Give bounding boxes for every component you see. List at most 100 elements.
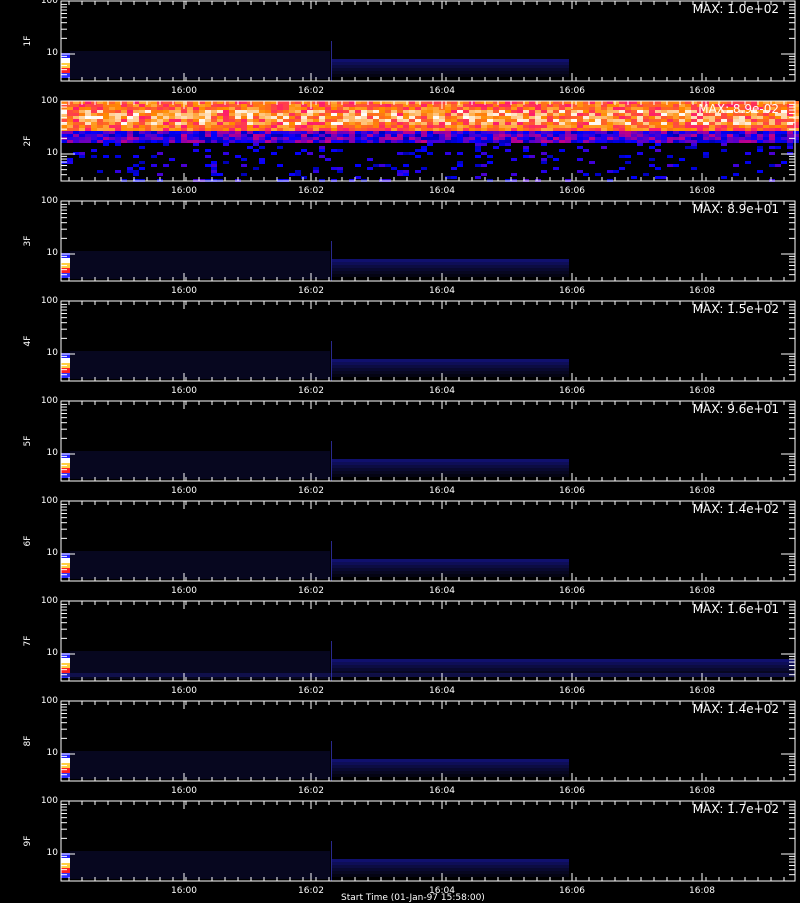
heatmap-cell: [397, 107, 403, 110]
heatmap-cell: [205, 113, 211, 116]
heatmap-cell: [535, 125, 541, 128]
heatmap-cell: [385, 104, 391, 107]
x-tick-label: 16:00: [171, 786, 197, 796]
heatmap-cell: [313, 110, 319, 113]
heatmap-cell: [577, 110, 583, 113]
heatmap-cell: [307, 116, 313, 119]
heatmap-cell: [427, 152, 433, 155]
heatmap-cell: [463, 119, 469, 122]
streak-cell: [331, 41, 332, 81]
heatmap-cell: [157, 113, 163, 116]
heatmap-cell: [697, 125, 703, 128]
band-cell: [70, 251, 330, 279]
heatmap-cell: [751, 122, 757, 125]
heatmap-cell: [229, 119, 235, 122]
heatmap-cell: [439, 113, 445, 116]
heatmap-cell: [463, 107, 469, 110]
heatmap-cell: [223, 104, 229, 107]
x-tick-label: 16:08: [689, 286, 715, 296]
heatmap-cell: [751, 116, 757, 119]
heatmap-cell: [487, 119, 493, 122]
heatmap-cell: [775, 164, 781, 167]
heatmap-cell: [151, 119, 157, 122]
y-tick-label: 100: [40, 196, 58, 206]
heatmap-cell: [139, 137, 145, 140]
heatmap-cell: [751, 140, 757, 143]
heatmap-cell: [613, 113, 619, 116]
heatmap-cell: [103, 143, 109, 146]
heatmap-cell: [199, 125, 205, 128]
heatmap-cell: [319, 149, 325, 152]
heatmap-cell: [505, 140, 511, 143]
heatmap-cell: [655, 110, 661, 113]
heatmap-cell: [175, 116, 181, 119]
x-tick-label: 16:02: [298, 786, 324, 796]
heatmap-cell: [637, 113, 643, 116]
heatmap-cell: [703, 119, 709, 122]
heatmap-cell: [157, 140, 163, 143]
heatmap-cell: [673, 125, 679, 128]
heatmap-cell: [715, 140, 721, 143]
heatmap-cell: [211, 125, 217, 128]
heatmap-cell: [271, 104, 277, 107]
heatmap-cell: [703, 137, 709, 140]
heatmap-cell: [91, 134, 97, 137]
heatmap-cell: [439, 137, 445, 140]
heatmap-cell: [103, 131, 109, 134]
heatmap-cell: [97, 128, 103, 131]
heatmap-cell: [667, 164, 673, 167]
heatmap-cell: [253, 122, 259, 125]
heatmap-cell: [481, 164, 487, 167]
heatmap-cell: [427, 119, 433, 122]
heatmap-cell: [415, 116, 421, 119]
heatmap-cell: [247, 110, 253, 113]
heatmap-cell: [661, 116, 667, 119]
heatmap-cell: [391, 134, 397, 137]
heatmap-cell: [247, 134, 253, 137]
heatmap-cell: [283, 128, 289, 131]
heatmap-cell: [643, 173, 649, 176]
heatmap-cell: [211, 116, 217, 119]
heatmap-cell: [775, 131, 781, 134]
heatmap-cell: [187, 140, 193, 143]
heatmap-cell: [85, 119, 91, 122]
heatmap-cell: [103, 155, 109, 158]
burst-cell: [61, 68, 70, 73]
heatmap-cell: [769, 116, 775, 119]
heatmap-cell: [403, 116, 409, 119]
heatmap-cell: [775, 140, 781, 143]
heatmap-cell: [523, 113, 529, 116]
heatmap-cell: [499, 128, 505, 131]
heatmap-cell: [511, 137, 517, 140]
heatmap-cell: [91, 155, 97, 158]
heatmap-cell: [481, 125, 487, 128]
heatmap-cell: [787, 143, 793, 146]
heatmap-cell: [691, 116, 697, 119]
heatmap-cell: [703, 152, 709, 155]
heatmap-cell: [577, 107, 583, 110]
heatmap-cell: [667, 137, 673, 140]
x-tick-label: 16:00: [171, 886, 197, 896]
heatmap-cell: [559, 110, 565, 113]
heatmap-cell: [481, 134, 487, 137]
heatmap-cell: [253, 149, 259, 152]
heatmap-cell: [319, 110, 325, 113]
heatmap-cells: [61, 641, 795, 681]
heatmap-cell: [385, 113, 391, 116]
heatmap-cell: [589, 134, 595, 137]
heatmap-cell: [97, 113, 103, 116]
heatmap-cell: [631, 113, 637, 116]
heatmap-cell: [247, 131, 253, 134]
heatmap-cell: [217, 104, 223, 107]
heatmap-cell: [739, 116, 745, 119]
band-cell: [332, 868, 569, 871]
heatmap-cell: [247, 128, 253, 131]
heatmap-cell: [295, 173, 301, 176]
heatmap-cell: [97, 104, 103, 107]
heatmap-cell: [151, 140, 157, 143]
heatmap-cell: [433, 113, 439, 116]
heatmap-cell: [601, 119, 607, 122]
heatmap-cell: [331, 137, 337, 140]
heatmap-cell: [319, 107, 325, 110]
heatmap-cell: [319, 113, 325, 116]
